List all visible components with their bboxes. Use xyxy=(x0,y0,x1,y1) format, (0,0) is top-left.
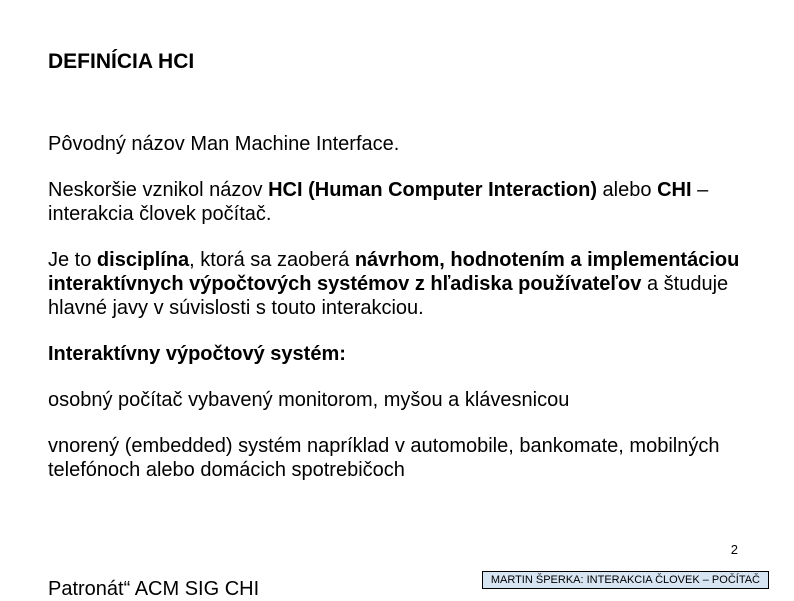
footer-attribution: MARTIN ŠPERKA: INTERAKCIA ČLOVEK – POČÍT… xyxy=(482,571,769,589)
paragraph-3: Je to disciplína, ktorá sa zaoberá návrh… xyxy=(48,248,746,320)
paragraph-1: Pôvodný názov Man Machine Interface. xyxy=(48,132,746,156)
paragraph-5: osobný počítač vybavený monitorom, myšou… xyxy=(48,388,746,412)
paragraph-2: Neskoršie vznikol názov HCI (Human Compu… xyxy=(48,178,746,226)
page-number: 2 xyxy=(731,542,738,557)
p2-bold-d: CHI xyxy=(657,179,691,201)
slide-content: DEFINÍCIA HCI Pôvodný názov Man Machine … xyxy=(0,0,794,482)
paragraph-6: vnorený (embedded) systém napríklad v au… xyxy=(48,434,746,482)
p2-bold-b: HCI (Human Computer Interaction) xyxy=(268,179,597,201)
p3-bold-b: disciplína xyxy=(97,249,189,271)
paragraph-4: Interaktívny výpočtový systém: xyxy=(48,342,746,366)
p2-text-c: alebo xyxy=(597,179,657,201)
p3-text-c: , ktorá sa zaoberá xyxy=(189,249,355,271)
p2-text-a: Neskoršie vznikol názov xyxy=(48,179,268,201)
p3-text-a: Je to xyxy=(48,249,97,271)
slide-title: DEFINÍCIA HCI xyxy=(48,50,746,74)
cutoff-text: Patronát“ ACM SIG CHI xyxy=(48,578,259,601)
